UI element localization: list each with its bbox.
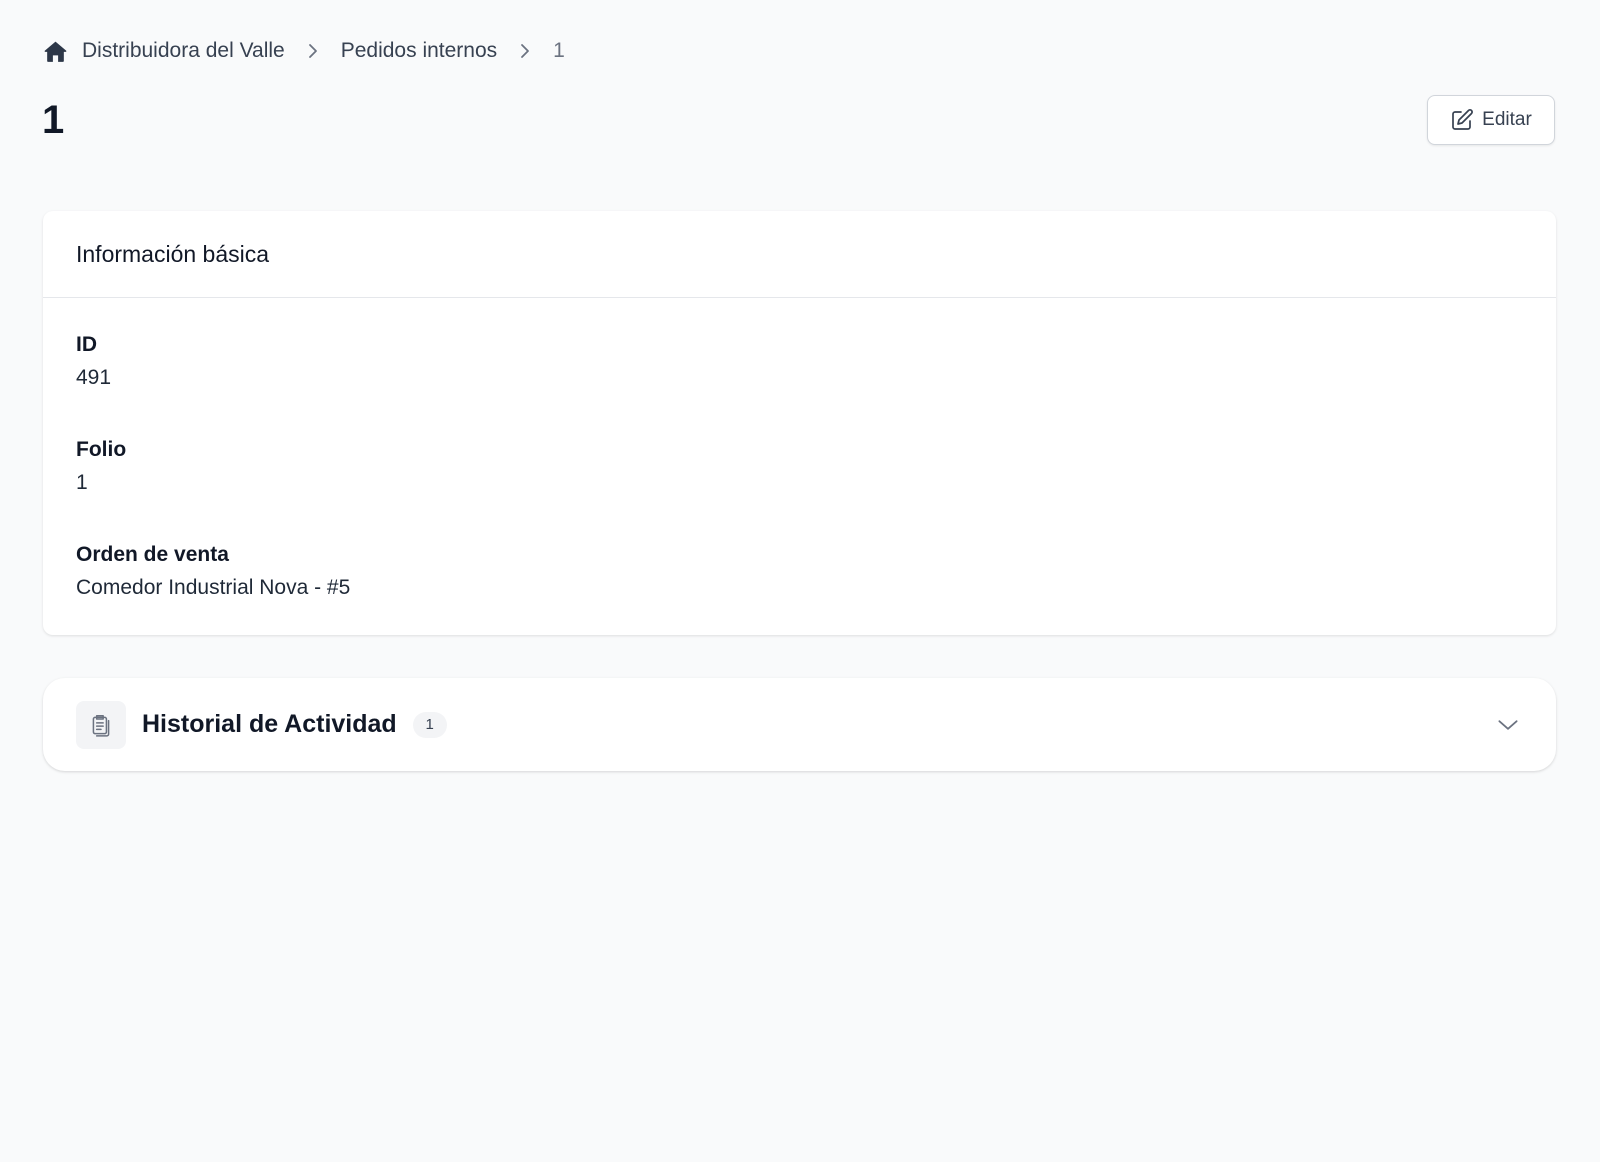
- pencil-square-icon: [1450, 108, 1474, 132]
- basic-info-title: Información básica: [43, 211, 1556, 298]
- breadcrumb-item-internal-orders[interactable]: Pedidos internos: [341, 39, 497, 63]
- field-label: Folio: [76, 438, 127, 461]
- activity-history-title: Historial de Actividad: [142, 710, 397, 738]
- basic-info-card: Información básica ID 491 Folio 1 Orden …: [43, 211, 1556, 635]
- chevron-right-icon: [515, 41, 535, 61]
- activity-history-toggle[interactable]: Historial de Actividad 1: [43, 678, 1556, 771]
- breadcrumb-item-company[interactable]: Distribuidora del Valle: [82, 39, 285, 63]
- field-folio: Folio 1: [76, 435, 1523, 498]
- edit-button[interactable]: Editar: [1427, 95, 1555, 145]
- field-value: 491: [76, 366, 112, 389]
- basic-info-body: ID 491 Folio 1 Orden de venta Comedor In…: [43, 298, 1556, 603]
- page: Distribuidora del Valle Pedidos internos…: [0, 0, 1600, 1162]
- field-label: Orden de venta: [76, 543, 229, 566]
- field-value: Comedor Industrial Nova - #5: [76, 576, 351, 599]
- field-value: 1: [76, 471, 88, 494]
- breadcrumb: Distribuidora del Valle Pedidos internos…: [43, 36, 565, 66]
- field-sales-order: Orden de venta Comedor Industrial Nova -…: [76, 540, 1523, 603]
- field-id: ID 491: [76, 330, 1523, 393]
- chevron-right-icon: [303, 41, 323, 61]
- field-label: ID: [76, 333, 97, 356]
- chevron-down-icon[interactable]: [1495, 712, 1521, 738]
- home-icon[interactable]: [43, 39, 68, 64]
- edit-button-label: Editar: [1482, 109, 1532, 130]
- clipboard-icon: [76, 700, 126, 749]
- breadcrumb-item-current: 1: [553, 39, 565, 62]
- activity-count-badge: 1: [412, 711, 447, 738]
- page-title: 1: [42, 98, 65, 142]
